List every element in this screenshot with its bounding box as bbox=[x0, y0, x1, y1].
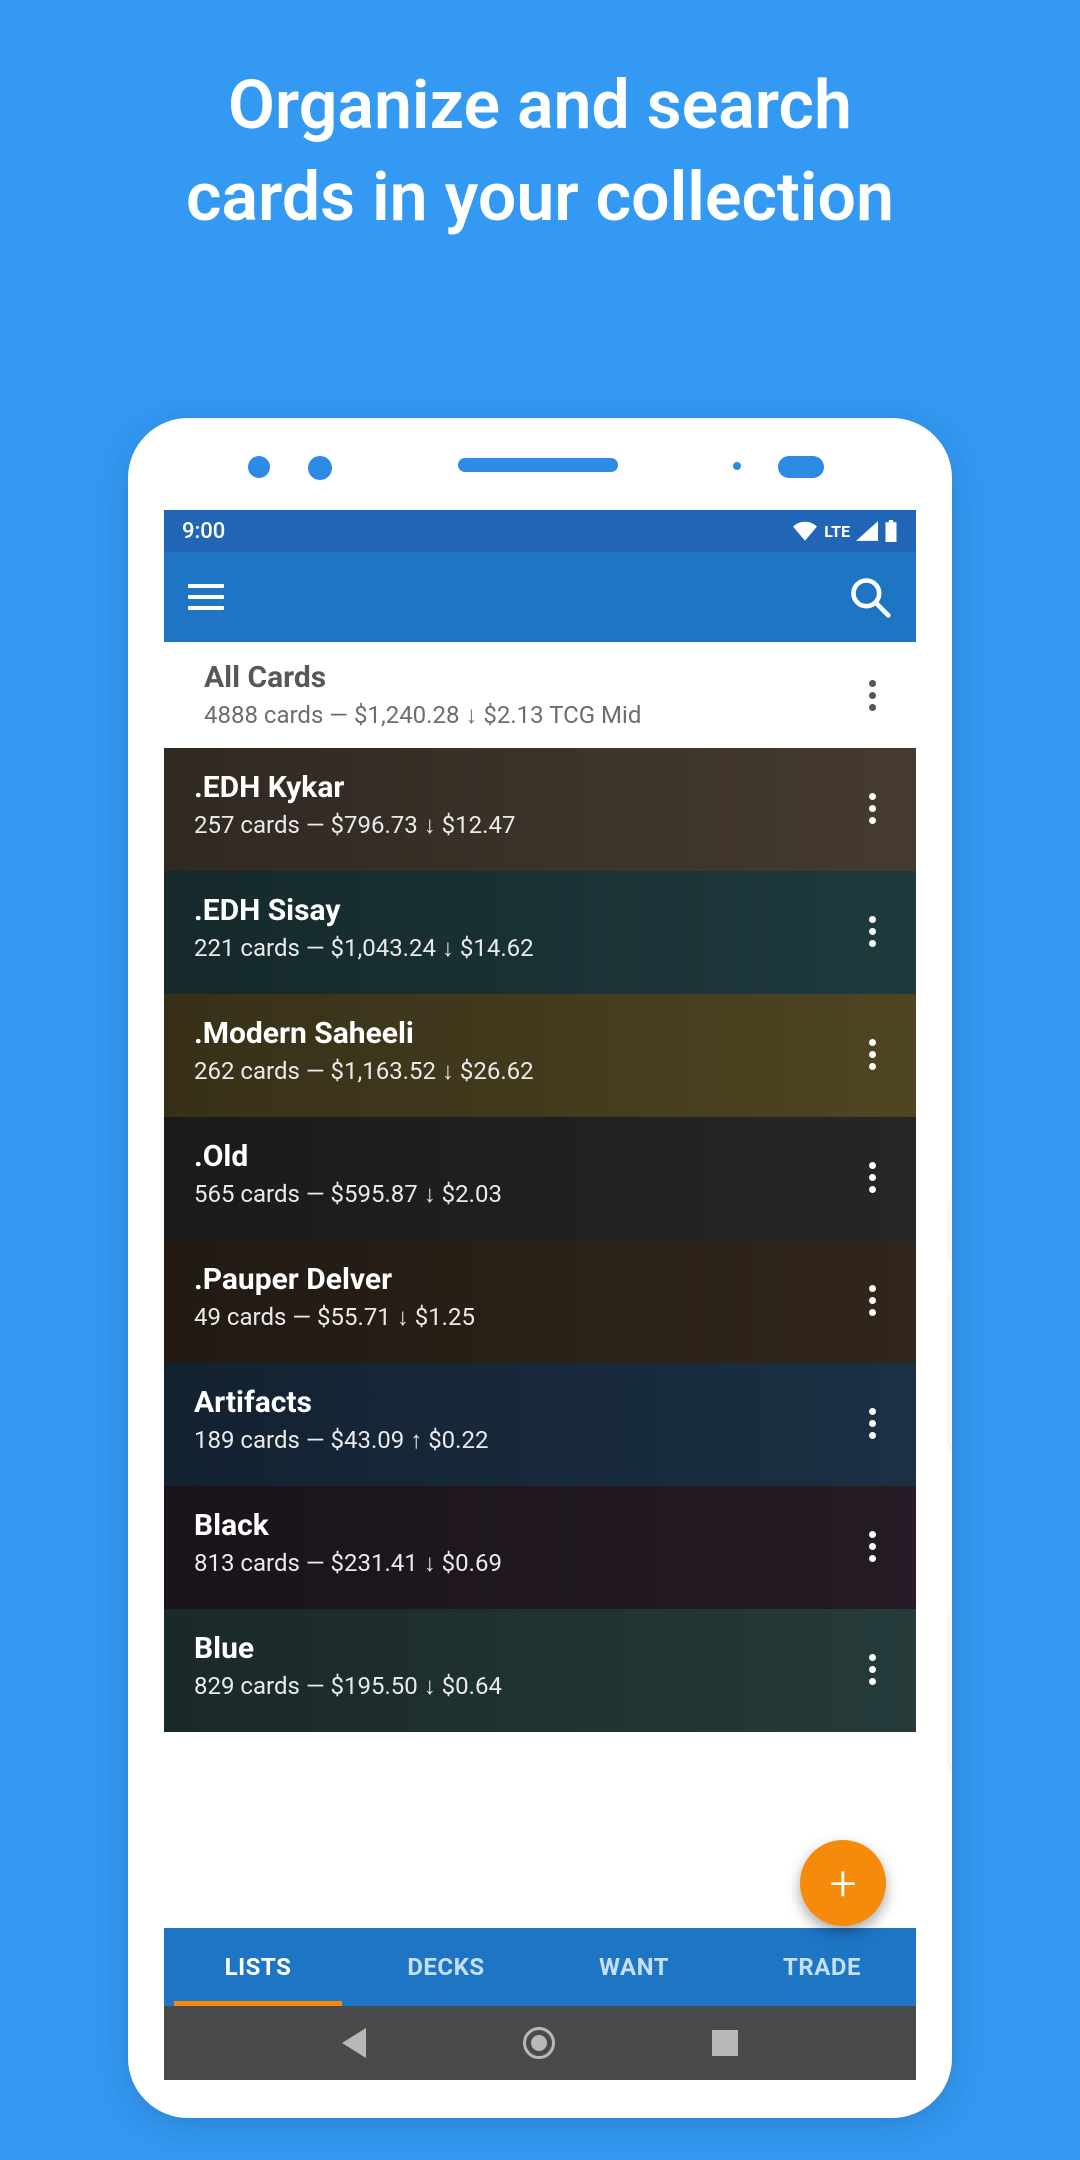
app-bar bbox=[164, 552, 916, 642]
battery-icon bbox=[884, 520, 898, 542]
network-label: LTE bbox=[824, 522, 850, 541]
list-item[interactable]: .Modern Saheeli 262 cards — $1,163.52 ↓ $… bbox=[164, 994, 916, 1117]
list-item-title: .Old bbox=[194, 1139, 502, 1174]
menu-icon[interactable] bbox=[188, 584, 224, 610]
status-time: 9:00 bbox=[182, 519, 225, 544]
list-item-title: .EDH Kykar bbox=[194, 770, 515, 805]
nav-recent-icon[interactable] bbox=[712, 2030, 738, 2056]
all-cards-row[interactable]: All Cards 4888 cards — $1,240.28 ↓ $2.13… bbox=[164, 642, 916, 748]
list-item[interactable]: Blue 829 cards — $195.50 ↓ $0.64 bbox=[164, 1609, 916, 1732]
phone-screen: 9:00 LTE All Cards 4888 cards — $1,240.2… bbox=[164, 510, 916, 2080]
phone-side-button bbox=[950, 1198, 952, 1258]
list-item[interactable]: .Old 565 cards — $595.87 ↓ $2.03 bbox=[164, 1117, 916, 1240]
more-icon[interactable] bbox=[852, 675, 892, 715]
list-item-title: .EDH Sisay bbox=[194, 893, 534, 928]
add-fab[interactable]: + bbox=[800, 1840, 886, 1926]
phone-speaker-area bbox=[128, 418, 952, 486]
tab-lists[interactable]: LISTS bbox=[164, 1928, 352, 2006]
list-item-subtitle: 49 cards — $55.71 ↓ $1.25 bbox=[194, 1303, 475, 1332]
more-icon[interactable] bbox=[852, 1403, 892, 1443]
android-nav-bar bbox=[164, 2006, 916, 2080]
bottom-tabs: LISTSDECKSWANTTRADE bbox=[164, 1928, 916, 2006]
signal-icon bbox=[856, 521, 878, 541]
list-item[interactable]: .EDH Sisay 221 cards — $1,043.24 ↓ $14.62 bbox=[164, 871, 916, 994]
more-icon[interactable] bbox=[852, 1649, 892, 1689]
lists-container: .EDH Kykar257 cards — $796.73 ↓ $12.47.E… bbox=[164, 748, 916, 1732]
hero-line-2: cards in your collection bbox=[40, 152, 1040, 244]
phone-frame: 9:00 LTE All Cards 4888 cards — $1,240.2… bbox=[128, 418, 952, 2118]
list-item[interactable]: Artifacts 189 cards — $43.09 ↑ $0.22 bbox=[164, 1363, 916, 1486]
plus-icon: + bbox=[829, 1855, 856, 1912]
list-item-title: .Modern Saheeli bbox=[194, 1016, 534, 1051]
search-icon[interactable] bbox=[848, 575, 892, 619]
list-item-subtitle: 221 cards — $1,043.24 ↓ $14.62 bbox=[194, 934, 534, 963]
more-icon[interactable] bbox=[852, 1280, 892, 1320]
tab-want[interactable]: WANT bbox=[540, 1928, 728, 2006]
list-item[interactable]: Black 813 cards — $231.41 ↓ $0.69 bbox=[164, 1486, 916, 1609]
status-icons: LTE bbox=[792, 520, 898, 542]
status-bar: 9:00 LTE bbox=[164, 510, 916, 552]
list-item-title: Blue bbox=[194, 1631, 502, 1666]
list-item-subtitle: 257 cards — $796.73 ↓ $12.47 bbox=[194, 811, 515, 840]
nav-back-icon[interactable] bbox=[342, 2028, 366, 2058]
more-icon[interactable] bbox=[852, 1526, 892, 1566]
list-item-title: Black bbox=[194, 1508, 502, 1543]
list-item-title: Artifacts bbox=[194, 1385, 488, 1420]
list-item-title: .Pauper Delver bbox=[194, 1262, 475, 1297]
tab-trade[interactable]: TRADE bbox=[728, 1928, 916, 2006]
wifi-icon bbox=[792, 521, 818, 541]
all-cards-subtitle: 4888 cards — $1,240.28 ↓ $2.13 TCG Mid bbox=[204, 701, 641, 730]
list-item-subtitle: 189 cards — $43.09 ↑ $0.22 bbox=[194, 1426, 488, 1455]
hero-line-1: Organize and search bbox=[40, 60, 1040, 152]
list-item[interactable]: .EDH Kykar 257 cards — $796.73 ↓ $12.47 bbox=[164, 748, 916, 871]
hero-text: Organize and search cards in your collec… bbox=[0, 0, 1080, 244]
more-icon[interactable] bbox=[852, 911, 892, 951]
list-item-subtitle: 262 cards — $1,163.52 ↓ $26.62 bbox=[194, 1057, 534, 1086]
phone-side-button bbox=[950, 1288, 952, 1448]
list-item-subtitle: 565 cards — $595.87 ↓ $2.03 bbox=[194, 1180, 502, 1209]
more-icon[interactable] bbox=[852, 788, 892, 828]
tab-decks[interactable]: DECKS bbox=[352, 1928, 540, 2006]
list-item[interactable]: .Pauper Delver 49 cards — $55.71 ↓ $1.25 bbox=[164, 1240, 916, 1363]
list-item-subtitle: 829 cards — $195.50 ↓ $0.64 bbox=[194, 1672, 502, 1701]
phone-side-button bbox=[950, 1608, 952, 1768]
more-icon[interactable] bbox=[852, 1157, 892, 1197]
list-item-subtitle: 813 cards — $231.41 ↓ $0.69 bbox=[194, 1549, 502, 1578]
nav-home-icon[interactable] bbox=[523, 2027, 555, 2059]
all-cards-title: All Cards bbox=[204, 660, 641, 695]
more-icon[interactable] bbox=[852, 1034, 892, 1074]
